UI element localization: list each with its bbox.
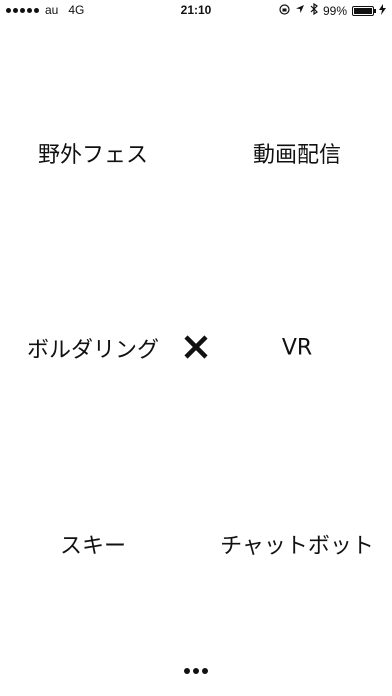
word-middle-right[interactable]: VR: [282, 336, 312, 361]
cross-icon: [183, 334, 209, 360]
charging-bolt-icon: [379, 3, 386, 18]
battery-percent: 99%: [322, 3, 347, 18]
battery-level: [354, 7, 372, 14]
status-bar: au 4G 21:10 99%: [0, 0, 392, 20]
word-top-left[interactable]: 野外フェス: [38, 137, 148, 169]
word-middle-left[interactable]: ボルダリング: [27, 332, 159, 364]
location-icon: [295, 4, 305, 17]
word-bottom-right[interactable]: チャットボット: [220, 528, 374, 560]
status-bar-right: 99%: [279, 2, 386, 18]
battery-icon: [352, 5, 376, 16]
bluetooth-icon: [310, 2, 318, 18]
word-bottom-left[interactable]: スキー: [60, 528, 126, 560]
word-top-right[interactable]: 動画配信: [253, 137, 341, 169]
orientation-lock-icon: [279, 3, 290, 18]
more-dots-icon[interactable]: [184, 668, 208, 674]
